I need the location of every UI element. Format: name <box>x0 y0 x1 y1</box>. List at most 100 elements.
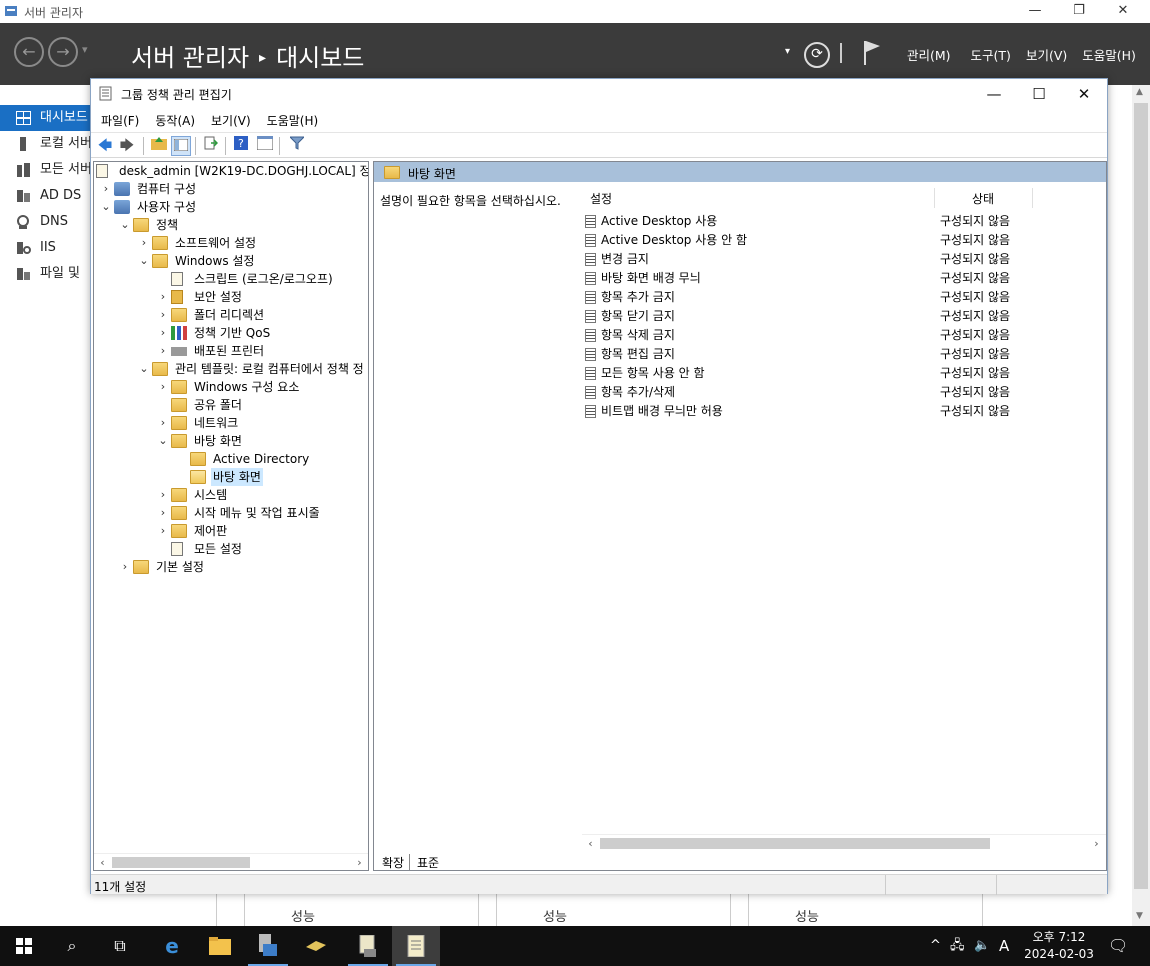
scroll-right-icon[interactable]: › <box>351 854 368 870</box>
scroll-thumb[interactable] <box>600 838 990 849</box>
gpo-management-icon[interactable] <box>344 926 392 966</box>
collapse-chevron-icon[interactable]: ⌄ <box>138 360 150 378</box>
menu-action[interactable]: 동작(A) <box>155 112 195 129</box>
scroll-left-icon[interactable]: ‹ <box>94 854 111 870</box>
expand-chevron-icon[interactable]: › <box>119 558 131 576</box>
show-hidden-icons-icon[interactable]: ^ <box>930 926 941 966</box>
expand-chevron-icon[interactable]: › <box>157 378 169 396</box>
setting-row[interactable]: 항목 편집 금지 구성되지 않음 <box>582 345 1106 364</box>
restore-button[interactable]: ❐ <box>1056 0 1102 23</box>
collapse-chevron-icon[interactable]: ⌄ <box>119 216 131 234</box>
expand-chevron-icon[interactable]: › <box>138 234 150 252</box>
menu-view[interactable]: 보기(V) <box>211 112 251 129</box>
scroll-up-icon[interactable]: ▲ <box>1136 87 1143 97</box>
expand-chevron-icon[interactable]: › <box>157 288 169 306</box>
setting-row[interactable]: 비트맵 배경 무늬만 허용 구성되지 않음 <box>582 402 1106 421</box>
scroll-left-icon[interactable]: ‹ <box>582 835 599 852</box>
policy-tree-pane[interactable]: desk_admin [W2K19-DC.DOGHJ.LOCAL] 정책 › 컴퓨터… <box>93 161 369 871</box>
tab-standard[interactable]: 표준 <box>414 854 439 870</box>
column-header-state[interactable]: 상태 <box>972 190 994 207</box>
sidebar-item-dns[interactable]: DNS <box>0 209 92 235</box>
setting-row[interactable]: 항목 추가/삭제 구성되지 않음 <box>582 383 1106 402</box>
refresh-dropdown-icon[interactable]: ▾ <box>785 46 790 57</box>
setting-row[interactable]: Active Desktop 사용 안 함 구성되지 않음 <box>582 231 1106 250</box>
forward-button[interactable]: → <box>48 37 78 67</box>
column-header-setting[interactable]: 설정 <box>590 190 612 207</box>
notification-flag-icon[interactable] <box>862 40 882 66</box>
menu-help[interactable]: 도움말(H) <box>267 112 319 129</box>
forward-arrow-icon[interactable]: 🡆 <box>117 136 137 156</box>
collapse-chevron-icon[interactable]: ⌄ <box>100 198 112 216</box>
expand-chevron-icon[interactable]: › <box>157 522 169 540</box>
expand-chevron-icon[interactable]: › <box>157 324 169 342</box>
sidebar-item-all-servers[interactable]: 모든 서버 <box>0 157 92 183</box>
history-dropdown-icon[interactable]: ▾ <box>82 43 88 56</box>
list-hscrollbar[interactable]: ‹ › <box>582 834 1106 851</box>
gpo-editor-taskbar-icon[interactable] <box>392 926 440 966</box>
sidebar-item-file-services[interactable]: 파일 및 <box>0 261 92 287</box>
menu-manage[interactable]: 관리(M) <box>907 45 951 64</box>
tree-hscrollbar[interactable]: ‹ › <box>94 853 368 870</box>
server-manager-header: ← → ▾ 서버 관리자 ▸ 대시보드 ▾ ⟳ 관리(M) 도구(T) 보기(V) … <box>0 23 1150 85</box>
notifications-icon[interactable]: 🗨 <box>1108 926 1128 966</box>
ad-users-computers-icon[interactable] <box>292 926 340 966</box>
column-separator[interactable] <box>1032 188 1033 208</box>
scroll-thumb[interactable] <box>1134 103 1148 889</box>
expand-chevron-icon[interactable]: › <box>157 504 169 522</box>
server-manager-scrollbar[interactable]: ▲ ▼ <box>1132 85 1150 926</box>
divider <box>996 875 997 895</box>
network-icon[interactable]: 🖧 <box>950 926 965 966</box>
tab-extended[interactable]: 확장 <box>374 854 410 870</box>
setting-row[interactable]: 바탕 화면 배경 무늬 구성되지 않음 <box>582 269 1106 288</box>
file-explorer-icon[interactable] <box>196 926 244 966</box>
up-folder-icon[interactable] <box>149 136 169 156</box>
sidebar-item-ad-ds[interactable]: AD DS <box>0 183 92 209</box>
scroll-down-icon[interactable]: ▼ <box>1136 911 1143 921</box>
sidebar-item-iis[interactable]: IIS <box>0 235 92 261</box>
export-list-icon[interactable] <box>201 136 221 156</box>
setting-row[interactable]: 항목 닫기 금지 구성되지 않음 <box>582 307 1106 326</box>
perf-label: 성능 <box>543 910 567 925</box>
menu-file[interactable]: 파일(F) <box>101 112 139 129</box>
gpe-minimize-button[interactable]: — <box>971 79 1017 109</box>
filter-icon[interactable] <box>287 136 307 156</box>
setting-row[interactable]: 모든 항목 사용 안 함 구성되지 않음 <box>582 364 1106 383</box>
setting-row[interactable]: 변경 금지 구성되지 않음 <box>582 250 1106 269</box>
properties-icon[interactable] <box>255 135 275 156</box>
refresh-icon[interactable]: ⟳ <box>804 42 830 68</box>
menu-tools[interactable]: 도구(T) <box>971 45 1011 64</box>
internet-explorer-icon[interactable]: e <box>148 926 196 966</box>
expand-chevron-icon[interactable]: › <box>157 414 169 432</box>
help-icon[interactable]: ? <box>231 136 251 156</box>
task-view-icon[interactable]: ⧉ <box>96 926 144 966</box>
start-button[interactable] <box>0 926 48 966</box>
minimize-button[interactable]: — <box>1012 0 1058 23</box>
scroll-thumb[interactable] <box>112 857 250 868</box>
back-button[interactable]: ← <box>14 37 44 67</box>
gpe-close-button[interactable]: ✕ <box>1061 79 1107 109</box>
column-separator[interactable] <box>934 188 935 208</box>
gpe-maximize-button[interactable]: ☐ <box>1016 79 1062 109</box>
show-hide-tree-icon[interactable] <box>171 136 191 156</box>
collapse-chevron-icon[interactable]: ⌄ <box>157 432 169 450</box>
clock[interactable]: 오후 7:12 2024-02-03 <box>1020 929 1098 963</box>
expand-chevron-icon[interactable]: › <box>157 486 169 504</box>
setting-row[interactable]: 항목 추가 금지 구성되지 않음 <box>582 288 1106 307</box>
sidebar-item-dashboard[interactable]: 대시보드 <box>0 105 92 131</box>
back-arrow-icon[interactable]: 🡄 <box>95 136 115 156</box>
menu-view[interactable]: 보기(V) <box>1026 45 1067 64</box>
server-manager-taskbar-icon[interactable] <box>244 926 292 966</box>
volume-muted-icon[interactable]: 🔈 <box>974 926 990 966</box>
expand-chevron-icon[interactable]: › <box>157 342 169 360</box>
collapse-chevron-icon[interactable]: ⌄ <box>138 252 150 270</box>
expand-chevron-icon[interactable]: › <box>100 180 112 198</box>
search-icon[interactable]: ⌕ <box>48 926 96 966</box>
scroll-right-icon[interactable]: › <box>1088 835 1105 852</box>
sidebar-item-local-server[interactable]: 로컬 서버 <box>0 131 92 157</box>
menu-help[interactable]: 도움말(H) <box>1082 45 1136 64</box>
ime-indicator[interactable]: A <box>999 926 1009 966</box>
setting-row[interactable]: 항목 삭제 금지 구성되지 않음 <box>582 326 1106 345</box>
setting-row[interactable]: Active Desktop 사용 구성되지 않음 <box>582 212 1106 231</box>
close-button[interactable]: ✕ <box>1100 0 1146 23</box>
expand-chevron-icon[interactable]: › <box>157 306 169 324</box>
